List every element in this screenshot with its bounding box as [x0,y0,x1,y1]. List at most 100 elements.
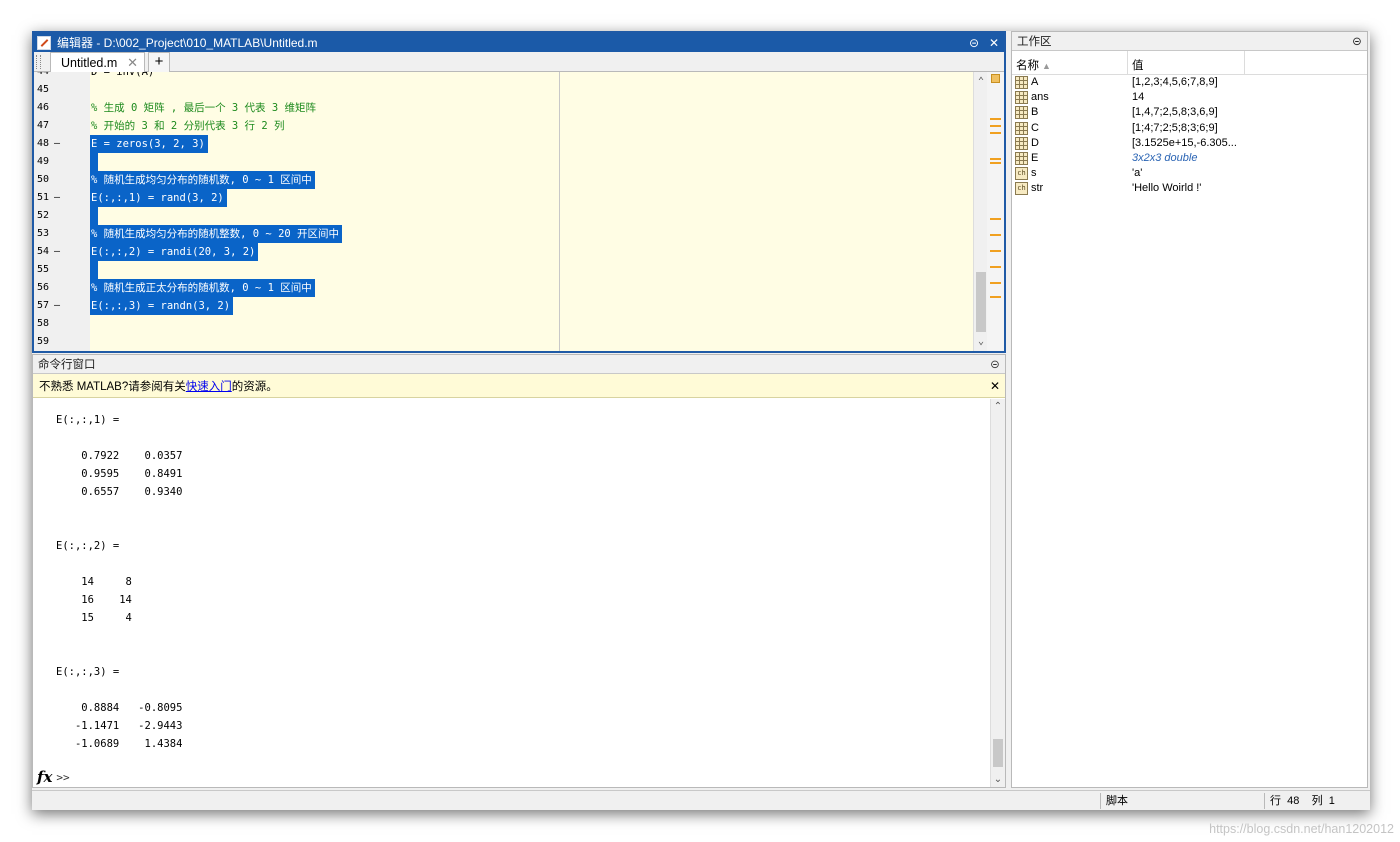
row-label: 行 [1270,795,1281,807]
code-analyzer-bar [987,72,1004,351]
warning-marker[interactable] [990,266,1001,268]
scroll-down-icon[interactable]: ⌄ [992,774,1004,785]
command-output[interactable]: fx >> E(:,:,1) = 0.7922 0.0357 0.9595 0.… [33,399,988,789]
line-number: 45 [34,81,90,99]
code-line[interactable]: D = inv(A) [90,72,157,81]
code-line[interactable]: % 生成 0 矩阵 , 最后一个 3 代表 3 维矩阵 [90,99,319,117]
code-line[interactable]: % 随机生成正太分布的随机数, 0 ~ 1 区间中 [90,279,315,297]
tabbar-grip-icon[interactable] [36,55,41,69]
code-line[interactable] [90,315,94,333]
code-line[interactable] [90,153,98,171]
fx-icon[interactable]: fx [37,768,52,786]
editor-close-icon[interactable]: ✕ [984,36,1004,50]
matrix-variable-icon [1015,121,1028,135]
variable-value: 'a' [1132,167,1143,180]
line-number: 59 [34,333,90,351]
breakpoint-dash[interactable]: – [54,72,60,81]
scroll-up-icon[interactable]: ⌃ [975,76,987,87]
column-divider[interactable] [1244,51,1245,75]
warning-marker[interactable] [990,162,1001,164]
output-line: 0.8884 -0.8095 [56,702,183,714]
tab-close-icon[interactable]: ✕ [127,55,138,71]
output-line: 15 4 [56,612,132,624]
code-area[interactable]: ⌃ ⌄ 44–D = inv(A)4546% 生成 0 矩阵 , 最后一个 3 … [34,72,1004,351]
warning-marker[interactable] [990,125,1001,127]
warning-marker[interactable] [990,118,1001,120]
breakpoint-dash[interactable]: – [54,243,60,261]
col-label: 列 [1311,795,1323,807]
code-line[interactable]: % 随机生成均匀分布的随机整数, 0 ~ 20 开区间中 [90,225,343,243]
status-position: 行 48 列 1 [1264,793,1370,809]
variable-name: str [1031,182,1044,195]
editor-menu-icon[interactable]: ⊝ [964,36,984,50]
status-mode: 脚本 [1100,793,1264,809]
matlab-window: 编辑器 - D:\002_Project\010_MATLAB\Untitled… [32,31,1370,810]
line-number-label: 47 [37,120,50,131]
line-number: 44– [34,72,90,81]
variable-name: E [1031,151,1039,164]
workspace-header: 名称 ▲ 值 [1012,51,1367,75]
breakpoint-dash[interactable]: – [54,297,60,315]
workspace-menu-icon[interactable]: ⊝ [1347,34,1367,48]
notice-close-icon[interactable]: ✕ [985,379,1005,393]
analyzer-status-icon[interactable] [991,74,1000,83]
right-margin-line [559,72,560,351]
editor-vscrollbar[interactable]: ⌃ ⌄ [973,72,987,351]
breakpoint-dash[interactable]: – [54,189,60,207]
char-variable-icon: ch [1015,182,1028,196]
code-line[interactable]: E(:,:,3) = randn(3, 2) [90,297,234,315]
code-line[interactable] [90,81,94,99]
getting-started-link[interactable]: 快速入门 [186,378,232,394]
new-tab-button[interactable]: + [148,52,170,72]
workspace-row[interactable]: ans 14 [1012,90,1367,105]
warning-marker[interactable] [990,132,1001,134]
variable-value: 3x2x3 double [1132,151,1198,164]
workspace-row[interactable]: B [1,4,7;2,5,8;3,6,9] [1012,105,1367,120]
warning-marker[interactable] [990,218,1001,220]
workspace-row[interactable]: C [1;4;7;2;5;8;3;6;9] [1012,121,1367,136]
workspace-row[interactable]: A [1,2,3;4,5,6;7,8,9] [1012,75,1367,90]
code-line[interactable] [90,261,98,279]
output-line: 16 14 [56,594,132,606]
code-line[interactable]: E(:,:,2) = randi(20, 3, 2) [90,243,259,261]
output-line: E(:,:,3) = [56,666,120,678]
sort-ascending-icon: ▲ [1042,61,1051,71]
getting-started-notice: 不熟悉 MATLAB?请参阅有关 快速入门 的资源。 ✕ [33,374,1005,398]
line-number-label: 49 [37,156,50,167]
code-line[interactable]: E = zeros(3, 2, 3) [90,135,208,153]
column-name-header[interactable]: 名称 ▲ [1016,57,1051,73]
prompt-symbol: >> [56,770,70,784]
output-line: 0.9595 0.8491 [56,468,183,480]
editor-scroll-thumb[interactable] [976,272,986,332]
code-line[interactable] [90,207,98,225]
workspace-row[interactable]: ch str 'Hello Woirld !' [1012,181,1367,196]
code-line[interactable]: % 随机生成均匀分布的随机数, 0 ~ 1 区间中 [90,171,315,189]
workspace-row[interactable]: ch s 'a' [1012,166,1367,181]
variable-value: 'Hello Woirld !' [1132,182,1202,195]
workspace-row[interactable]: D [3.1525e+15,-6.305... [1012,136,1367,151]
code-line[interactable]: % 开始的 3 和 2 分别代表 3 行 2 列 [90,117,288,135]
char-variable-icon: ch [1015,167,1028,181]
warning-marker[interactable] [990,296,1001,298]
tab-untitled[interactable]: Untitled.m ✕ [50,52,145,73]
line-number-label: 45 [37,84,50,95]
command-prompt[interactable]: fx >> [37,768,70,786]
warning-marker[interactable] [990,250,1001,252]
code-line[interactable] [90,333,94,351]
breakpoint-dash[interactable]: – [54,135,60,153]
scroll-up-icon[interactable]: ⌃ [992,401,1004,412]
variable-name: D [1031,136,1039,149]
command-scroll-thumb[interactable] [993,739,1003,767]
warning-marker[interactable] [990,234,1001,236]
scroll-down-icon[interactable]: ⌄ [975,336,987,347]
code-line[interactable]: E(:,:,1) = rand(3, 2) [90,189,227,207]
warning-marker[interactable] [990,282,1001,284]
column-divider[interactable] [1127,51,1128,75]
variable-name: B [1031,106,1039,119]
variable-name: A [1031,76,1039,88]
column-value-header[interactable]: 值 [1132,57,1144,73]
workspace-row[interactable]: E 3x2x3 double [1012,151,1367,166]
command-vscrollbar[interactable]: ⌃ ⌄ [990,399,1005,787]
command-window-menu-icon[interactable]: ⊝ [985,357,1005,371]
warning-marker[interactable] [990,158,1001,160]
